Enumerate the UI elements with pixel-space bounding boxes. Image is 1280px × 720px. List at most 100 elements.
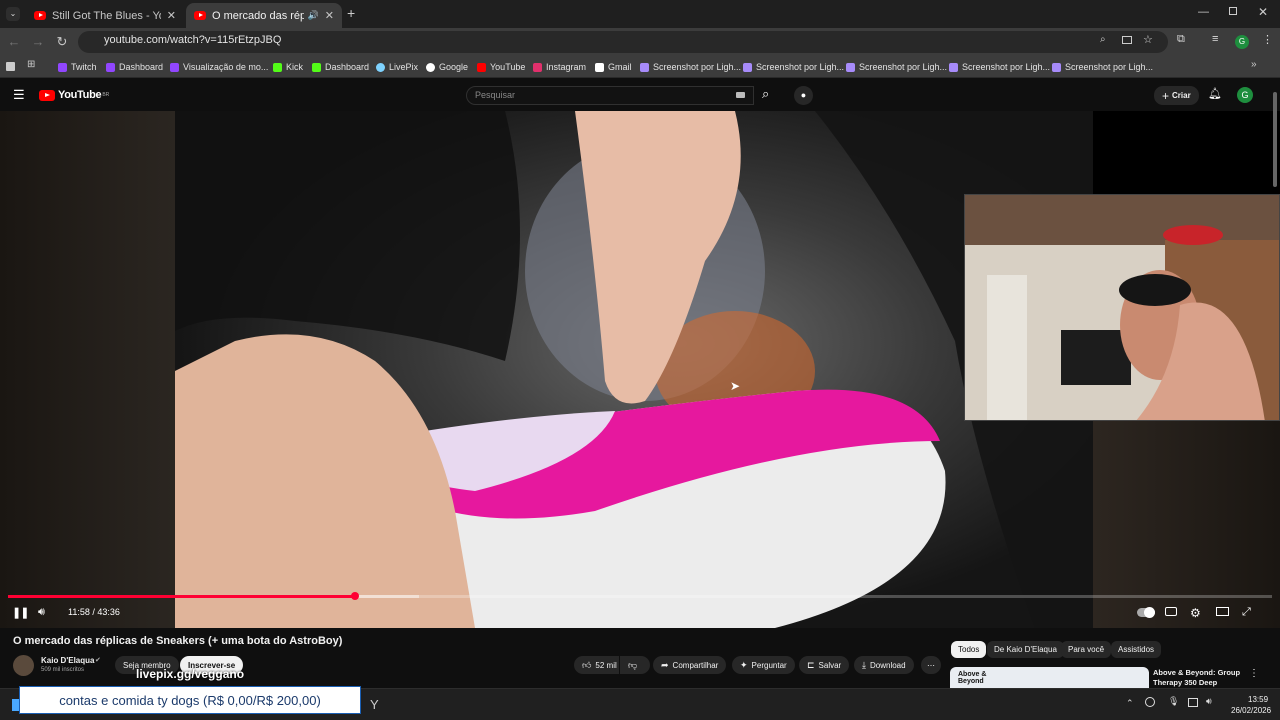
- forward-arrow-icon[interactable]: →: [30, 34, 46, 50]
- tab-title: Still Got The Blues - YouTube: [52, 9, 161, 22]
- bookmark-screenshot-2[interactable]: Screenshot por Ligh...: [743, 59, 844, 75]
- minimize-window-icon[interactable]: —: [1198, 6, 1209, 18]
- scrubber-handle[interactable]: [350, 592, 359, 600]
- speaker-icon[interactable]: 🔊︎: [1206, 696, 1212, 707]
- account-avatar[interactable]: G: [1237, 87, 1253, 103]
- tab-search-chevron-icon[interactable]: ⌄: [6, 7, 20, 21]
- channel-name[interactable]: Kaio D'Elaqua: [41, 656, 94, 665]
- autoplay-toggle[interactable]: [1137, 607, 1155, 618]
- taskbar-app-icon[interactable]: Y: [370, 697, 379, 712]
- download-label: Download: [869, 660, 906, 670]
- fullscreen-icon[interactable]: ⤢: [1242, 606, 1251, 619]
- ask-label: Perguntar: [751, 660, 787, 670]
- new-tab-button[interactable]: +: [347, 5, 355, 21]
- network-icon[interactable]: [1188, 698, 1198, 707]
- more-bookmarks-icon[interactable]: »: [1251, 59, 1257, 70]
- clock-date[interactable]: 26/02/2026: [1231, 706, 1271, 715]
- search-button[interactable]: ⌕: [754, 86, 782, 105]
- microphone-icon[interactable]: 🎙︎: [1168, 696, 1179, 707]
- save-button[interactable]: ⊏ Salvar: [799, 656, 850, 674]
- back-arrow-icon[interactable]: ←: [6, 34, 22, 50]
- tab-audio-icon[interactable]: 🔊: [308, 10, 319, 21]
- twitch-icon: [106, 62, 115, 72]
- restore-window-icon[interactable]: [1229, 7, 1237, 15]
- chip-all[interactable]: Todos: [951, 641, 987, 658]
- tab-active-video[interactable]: O mercado das réplicas de 🔊 ✕: [186, 3, 342, 28]
- cast-icon[interactable]: [1122, 36, 1132, 44]
- media-controls-icon[interactable]: ≡: [1212, 33, 1218, 45]
- apps-grid-icon[interactable]: ⊞: [27, 59, 35, 70]
- bookmark-livepix[interactable]: LivePix: [376, 59, 418, 75]
- url-text[interactable]: youtube.com/watch?v=115rEtzpJBQ: [104, 34, 281, 46]
- dislike-button[interactable]: 👎︎: [620, 656, 650, 674]
- tray-overflow-icon[interactable]: ⌃: [1126, 698, 1134, 709]
- share-button[interactable]: ➦ Compartilhar: [653, 656, 727, 674]
- like-button[interactable]: 👍︎ 52 mil: [574, 656, 619, 674]
- close-tab-icon[interactable]: ✕: [167, 9, 176, 22]
- profile-avatar[interactable]: G: [1235, 35, 1249, 49]
- progress-played: [8, 595, 355, 598]
- extensions-icon[interactable]: ⧉: [1177, 33, 1185, 46]
- bookmark-instagram[interactable]: Instagram: [533, 59, 586, 75]
- zoom-icon[interactable]: ⌕: [1100, 34, 1106, 45]
- volume-icon[interactable]: 🔊︎: [38, 606, 45, 619]
- bookmark-visualizacao[interactable]: Visualização de mo...: [170, 59, 268, 75]
- bookmark-dashboard-twitch[interactable]: Dashboard: [106, 59, 163, 75]
- bookmark-label: Instagram: [546, 62, 587, 72]
- ask-button[interactable]: ✦ Perguntar: [732, 656, 795, 674]
- page-scrollbar[interactable]: [1273, 92, 1277, 187]
- instagram-icon: [533, 62, 542, 72]
- kick-icon: [312, 62, 321, 72]
- subtitles-icon[interactable]: [1165, 607, 1177, 616]
- bookmark-gmail[interactable]: Gmail: [595, 59, 632, 75]
- bookmark-twitch[interactable]: Twitch: [58, 59, 97, 75]
- start-button-icon[interactable]: [12, 699, 19, 711]
- browser-menu-icon[interactable]: ⋮: [1262, 33, 1273, 46]
- share-icon: ➦: [661, 659, 669, 670]
- settings-gear-icon[interactable]: ⚙: [1190, 606, 1201, 620]
- bookmark-dashboard-kick[interactable]: Dashboard: [312, 59, 369, 75]
- search-input[interactable]: Pesquisar: [466, 86, 754, 105]
- video-player[interactable]: ➤ ❚❚ 🔊︎ 11:58 / 43:36 ⚙ ⤢: [0, 111, 1280, 628]
- clock-time[interactable]: 13:59: [1248, 695, 1268, 704]
- theater-mode-icon[interactable]: [1216, 607, 1229, 616]
- video-scene: [175, 111, 1093, 628]
- recommended-thumbnail[interactable]: Above & Beyond: [950, 667, 1149, 688]
- bookmark-kick[interactable]: Kick: [273, 59, 303, 75]
- lightshot-icon: [949, 62, 958, 72]
- browser-tab-bar: ⌄ Still Got The Blues - YouTube ✕ O merc…: [0, 0, 1280, 28]
- bookmark-google[interactable]: Google: [426, 59, 468, 75]
- recommended-menu-icon[interactable]: ⋮: [1249, 668, 1259, 679]
- mouse-cursor-icon: ➤: [730, 379, 741, 393]
- progress-bar[interactable]: [8, 592, 1272, 600]
- lightshot-icon: [743, 62, 752, 72]
- tab-still-got-the-blues[interactable]: Still Got The Blues - YouTube ✕: [26, 3, 184, 28]
- close-tab-icon[interactable]: ✕: [325, 9, 334, 22]
- create-button[interactable]: + Criar: [1154, 86, 1199, 105]
- notifications-bell-icon[interactable]: 🔔︎: [1208, 87, 1222, 100]
- bookmark-label: LivePix: [389, 62, 419, 72]
- close-window-icon[interactable]: ✕: [1258, 5, 1268, 19]
- channel-avatar[interactable]: [13, 655, 34, 676]
- youtube-logo[interactable]: YouTube BR: [39, 89, 109, 101]
- youtube-favicon-icon: [194, 11, 206, 20]
- tray-app-icon[interactable]: [1145, 697, 1155, 707]
- voice-search-icon[interactable]: ●: [794, 86, 813, 105]
- hamburger-menu-icon[interactable]: ☰: [13, 87, 25, 103]
- bookmark-screenshot-5[interactable]: Screenshot por Ligh...: [1052, 59, 1153, 75]
- bookmark-screenshot-3[interactable]: Screenshot por Ligh...: [846, 59, 947, 75]
- bookmark-screenshot-4[interactable]: Screenshot por Ligh...: [949, 59, 1050, 75]
- more-actions-button[interactable]: ⋯: [921, 656, 941, 674]
- chip-from-channel[interactable]: De Kaio D'Elaqua: [987, 641, 1064, 658]
- reload-icon[interactable]: ↻: [54, 34, 70, 50]
- download-button[interactable]: ⤓ Download: [854, 656, 914, 674]
- bookmark-star-icon[interactable]: ☆: [1143, 33, 1153, 46]
- keyboard-icon[interactable]: [736, 92, 745, 98]
- chip-for-you[interactable]: Para você: [1061, 641, 1112, 658]
- gmail-icon: [595, 62, 604, 72]
- pause-icon[interactable]: ❚❚: [12, 606, 29, 619]
- bookmark-youtube[interactable]: YouTube: [477, 59, 525, 75]
- chip-watched[interactable]: Assistidos: [1111, 641, 1162, 658]
- bookmark-screenshot-1[interactable]: Screenshot por Ligh...: [640, 59, 741, 75]
- bookmarks-toggle-icon[interactable]: [6, 62, 15, 71]
